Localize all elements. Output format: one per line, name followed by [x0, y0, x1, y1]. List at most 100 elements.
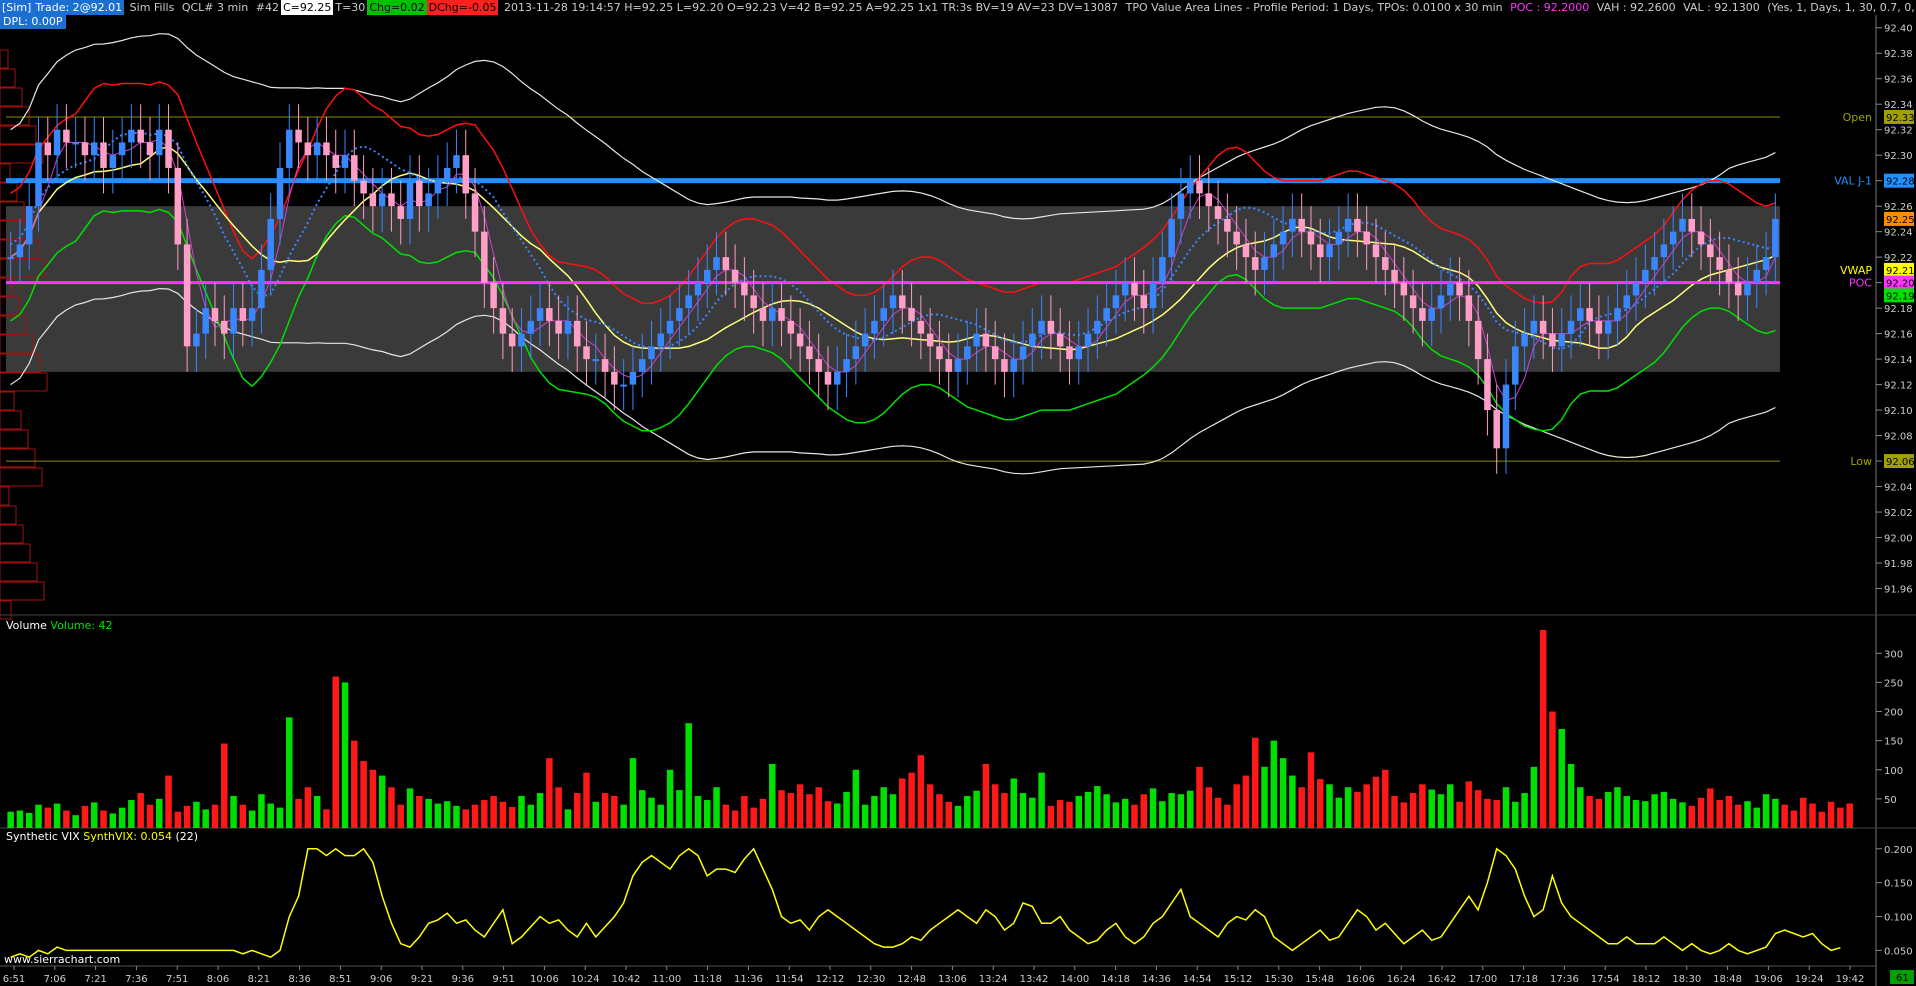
tpo-profile-bar [0, 600, 12, 620]
volume-bar [221, 743, 228, 828]
volume-bar [1521, 793, 1528, 828]
price-tick-label: 92.22 [1884, 253, 1913, 264]
volume-bar [1289, 775, 1296, 828]
candle-body [221, 320, 228, 334]
volume-bar [722, 804, 730, 828]
candle-body [388, 193, 395, 207]
candle-body [1196, 180, 1203, 194]
volume-bar [1837, 807, 1844, 828]
vix-title-value: SynthVIX: 0.054 [83, 830, 172, 843]
price-label-name: Open [1843, 111, 1872, 124]
study-params: (Yes, 1, Days, 1, 30, 0.7, 0, No, No, St… [1767, 1, 1916, 14]
val-label: VAL : 92.1300 [1683, 1, 1760, 14]
volume-bar [499, 801, 507, 828]
candle-body [889, 295, 897, 309]
candle-body [81, 142, 89, 156]
candle-body [917, 320, 925, 334]
candle-body [276, 167, 284, 219]
volume-bar [35, 804, 42, 828]
time-tick-label: 13:24 [979, 974, 1008, 985]
candle-body [1084, 333, 1092, 347]
volume-bar [1577, 787, 1584, 828]
volume-bar [1363, 784, 1370, 828]
time-tick-label: 16:42 [1428, 974, 1457, 985]
change-value: Chg=0.02 [367, 0, 427, 15]
volume-bar [908, 772, 915, 828]
candle-body [852, 346, 860, 360]
candle-body [1669, 231, 1677, 245]
candle-body [1707, 244, 1714, 258]
candle-body [815, 359, 822, 372]
symbol-label[interactable]: QCL# 3 min [180, 0, 250, 15]
volume-bar [1846, 803, 1853, 828]
candle-body [193, 333, 200, 347]
volume-bar [1642, 801, 1649, 828]
volume-bar [286, 717, 293, 828]
candle-body [183, 244, 191, 347]
candle-body [518, 333, 525, 347]
volume-bar [926, 784, 934, 828]
price-tick-label: 92.38 [1884, 49, 1913, 60]
candle-body [1214, 206, 1222, 219]
time-tick-label: 13:06 [938, 974, 967, 985]
volume-bar [1270, 740, 1278, 828]
candle-body [982, 333, 990, 347]
candle-body [341, 155, 349, 168]
candle-body [397, 206, 404, 219]
price-label-value: 92.25 [1886, 215, 1915, 226]
volume-bar [1484, 798, 1491, 828]
volume-bar [1335, 797, 1343, 828]
tpo-profile-bar [0, 391, 15, 411]
volume-bar [81, 805, 89, 828]
price-tick-label: 92.18 [1884, 304, 1913, 315]
volume-bar [973, 790, 980, 828]
candle-body [304, 142, 312, 156]
volume-bar [1298, 787, 1305, 828]
candle-body [824, 371, 832, 385]
tpo-profile-bar [0, 524, 24, 544]
volume-bar [1372, 776, 1380, 828]
vix-title-name: Synthetic VIX [6, 830, 80, 843]
candle-body [1744, 282, 1751, 296]
volume-bar [991, 784, 999, 828]
candle-body [1521, 333, 1528, 347]
volume-bar [536, 793, 544, 828]
volume-bar [1614, 787, 1621, 828]
price-tick-label: 91.96 [1884, 585, 1913, 596]
candle-body [629, 371, 637, 385]
price-chart-canvas[interactable]: 92.40 92.38 92.36 92.34 92.32 92.30 92.28 92.26… [0, 0, 1916, 986]
candle-body [44, 142, 52, 156]
volume-bar [1697, 797, 1705, 828]
volume-bar [518, 795, 525, 828]
volume-bar [406, 788, 414, 828]
volume-bar [1149, 788, 1157, 828]
candle-body [211, 308, 219, 321]
candle-body [1382, 257, 1389, 270]
volume-bar [546, 758, 553, 828]
volume-bar [118, 807, 126, 828]
volume-bar [313, 795, 321, 828]
candle-body [1660, 244, 1668, 258]
volume-bar [1725, 795, 1733, 828]
candle-body [1326, 244, 1333, 258]
volume-bar [611, 795, 618, 828]
volume-bar [1512, 801, 1519, 828]
volume-tick-label: 250 [1884, 678, 1903, 689]
volume-bar [16, 810, 24, 828]
candle-body [286, 129, 293, 168]
volume-bar [1447, 784, 1454, 828]
candle-body [239, 308, 247, 321]
volume-bar [1707, 788, 1714, 828]
candle-body [471, 193, 479, 232]
candle-body [1595, 320, 1603, 334]
sim-badge[interactable]: [Sim] [0, 0, 34, 15]
vix-tick-label: 0.150 [1884, 879, 1913, 890]
volume-bar [1632, 800, 1640, 828]
time-tick-label: 19:24 [1795, 974, 1824, 985]
time-tick-label: 15:48 [1305, 974, 1334, 985]
volume-bar [1716, 800, 1723, 828]
volume-bar [1762, 794, 1770, 828]
volume-bar [1669, 798, 1677, 828]
time-tick-label: 7:36 [125, 974, 147, 985]
volume-bar [276, 807, 284, 828]
